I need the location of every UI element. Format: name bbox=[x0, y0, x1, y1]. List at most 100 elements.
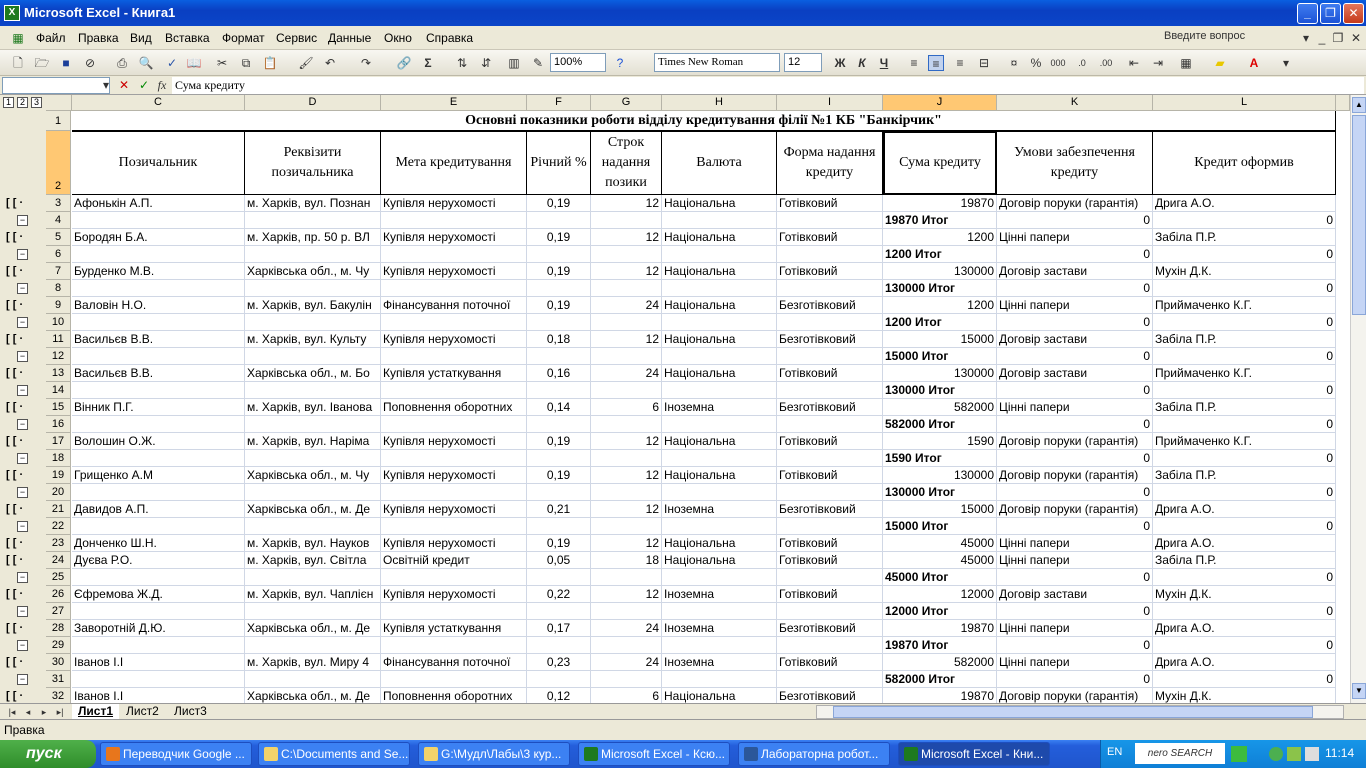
cell-c13[interactable]: Васильєв В.В. bbox=[72, 365, 245, 382]
cell-l20[interactable]: 0 bbox=[1153, 484, 1336, 501]
cell-f8[interactable] bbox=[527, 280, 591, 297]
cell-j15[interactable]: 582000 bbox=[883, 399, 997, 416]
cell-h21[interactable]: Іноземна bbox=[662, 501, 777, 518]
cell-l15[interactable]: Забіла П.Р. bbox=[1153, 399, 1336, 416]
cell-c18[interactable] bbox=[72, 450, 245, 467]
cell-f20[interactable] bbox=[527, 484, 591, 501]
sort-desc-icon[interactable]: ⇵ bbox=[478, 55, 494, 71]
row-header[interactable]: 4 bbox=[46, 212, 71, 229]
cell-g29[interactable] bbox=[591, 637, 662, 654]
undo-icon[interactable]: ↶ bbox=[322, 55, 338, 71]
cell-g17[interactable]: 12 bbox=[591, 433, 662, 450]
cell-i25[interactable] bbox=[777, 569, 883, 586]
open-icon[interactable]: 🗁 bbox=[34, 55, 50, 71]
cell-k9[interactable]: Цінні папери bbox=[997, 297, 1153, 314]
cell-i6[interactable] bbox=[777, 246, 883, 263]
cell-j20[interactable]: 130000 Итог bbox=[883, 484, 997, 501]
cell-k20[interactable]: 0 bbox=[997, 484, 1153, 501]
row-header[interactable]: 2 bbox=[46, 131, 71, 195]
column-header-e[interactable]: E bbox=[381, 95, 527, 111]
header-cell-l[interactable]: Кредит оформив bbox=[1153, 131, 1336, 195]
cell-j4[interactable]: 19870 Итог bbox=[883, 212, 997, 229]
cell-d6[interactable] bbox=[245, 246, 381, 263]
vertical-scrollbar[interactable]: ▲ ▼ bbox=[1350, 95, 1366, 703]
menu-file[interactable]: Файл bbox=[36, 31, 66, 45]
cell-i31[interactable] bbox=[777, 671, 883, 688]
cell-e23[interactable]: Купівля нерухомості bbox=[381, 535, 527, 552]
help-dropdown-icon[interactable]: ▾ bbox=[1298, 30, 1314, 46]
row-header[interactable]: 11 bbox=[46, 331, 71, 348]
menu-data[interactable]: Данные bbox=[328, 31, 371, 45]
column-header-l[interactable]: L bbox=[1153, 95, 1336, 111]
cell-h28[interactable]: Іноземна bbox=[662, 620, 777, 637]
cell-d20[interactable] bbox=[245, 484, 381, 501]
cell-e8[interactable] bbox=[381, 280, 527, 297]
collapse-group-button[interactable]: − bbox=[17, 317, 28, 328]
cell-l29[interactable]: 0 bbox=[1153, 637, 1336, 654]
cell-d3[interactable]: м. Харків, вул. Познан bbox=[245, 195, 381, 212]
underline-button[interactable]: Ч bbox=[876, 55, 892, 71]
cell-l17[interactable]: Приймаченко К.Г. bbox=[1153, 433, 1336, 450]
cell-l16[interactable]: 0 bbox=[1153, 416, 1336, 433]
cell-e3[interactable]: Купівля нерухомості bbox=[381, 195, 527, 212]
cell-h26[interactable]: Іноземна bbox=[662, 586, 777, 603]
cell-h24[interactable]: Національна bbox=[662, 552, 777, 569]
autosum-icon[interactable]: Σ bbox=[420, 55, 436, 71]
cell-e19[interactable]: Купівля нерухомості bbox=[381, 467, 527, 484]
align-left-icon[interactable]: ≡ bbox=[906, 55, 922, 71]
cell-f4[interactable] bbox=[527, 212, 591, 229]
cell-d4[interactable] bbox=[245, 212, 381, 229]
formula-input[interactable]: Сума кредиту bbox=[172, 77, 1364, 94]
cell-d10[interactable] bbox=[245, 314, 381, 331]
cell-l27[interactable]: 0 bbox=[1153, 603, 1336, 620]
cell-e30[interactable]: Фінансування поточної bbox=[381, 654, 527, 671]
row-header[interactable]: 17 bbox=[46, 433, 71, 450]
insert-function-icon[interactable]: fx bbox=[154, 77, 170, 93]
cell-k26[interactable]: Договір застави bbox=[997, 586, 1153, 603]
zoom-select[interactable]: 100% bbox=[550, 53, 606, 72]
cell-l6[interactable]: 0 bbox=[1153, 246, 1336, 263]
cell-e15[interactable]: Поповнення оборотних bbox=[381, 399, 527, 416]
cell-l14[interactable]: 0 bbox=[1153, 382, 1336, 399]
column-header-g[interactable]: G bbox=[591, 95, 662, 111]
cell-i30[interactable]: Готівковий bbox=[777, 654, 883, 671]
cell-c27[interactable] bbox=[72, 603, 245, 620]
cell-d18[interactable] bbox=[245, 450, 381, 467]
cell-e27[interactable] bbox=[381, 603, 527, 620]
cell-h32[interactable]: Національна bbox=[662, 688, 777, 703]
cell-j18[interactable]: 1590 Итог bbox=[883, 450, 997, 467]
cell-e18[interactable] bbox=[381, 450, 527, 467]
currency-icon[interactable]: ¤ bbox=[1006, 55, 1022, 71]
cell-f30[interactable]: 0,23 bbox=[527, 654, 591, 671]
language-indicator[interactable]: EN bbox=[1107, 746, 1122, 758]
cell-j5[interactable]: 1200 bbox=[883, 229, 997, 246]
help-icon[interactable]: ? bbox=[612, 55, 628, 71]
cell-c12[interactable] bbox=[72, 348, 245, 365]
cell-c21[interactable]: Давидов А.П. bbox=[72, 501, 245, 518]
research-icon[interactable]: 📖 bbox=[186, 55, 202, 71]
cell-d21[interactable]: Харківська обл., м. Де bbox=[245, 501, 381, 518]
header-cell-c[interactable]: Позичальник bbox=[72, 131, 245, 195]
collapse-group-button[interactable]: − bbox=[17, 572, 28, 583]
cell-g14[interactable] bbox=[591, 382, 662, 399]
cell-h5[interactable]: Національна bbox=[662, 229, 777, 246]
cell-k4[interactable]: 0 bbox=[997, 212, 1153, 229]
cell-l3[interactable]: Дрига А.О. bbox=[1153, 195, 1336, 212]
collapse-group-button[interactable]: − bbox=[17, 453, 28, 464]
cell-h9[interactable]: Національна bbox=[662, 297, 777, 314]
cell-i13[interactable]: Готівковий bbox=[777, 365, 883, 382]
row-header[interactable]: 14 bbox=[46, 382, 71, 399]
cell-c20[interactable] bbox=[72, 484, 245, 501]
cell-f5[interactable]: 0,19 bbox=[527, 229, 591, 246]
row-header[interactable]: 1 bbox=[46, 111, 71, 131]
row-header[interactable]: 31 bbox=[46, 671, 71, 688]
next-sheet-icon[interactable]: ▸ bbox=[36, 704, 52, 720]
enter-icon[interactable]: ✓ bbox=[136, 77, 152, 93]
cell-g31[interactable] bbox=[591, 671, 662, 688]
cell-i18[interactable] bbox=[777, 450, 883, 467]
cell-d22[interactable] bbox=[245, 518, 381, 535]
task-excel-book1[interactable]: Microsoft Excel - Кни... bbox=[898, 742, 1050, 766]
cell-j3[interactable]: 19870 bbox=[883, 195, 997, 212]
cell-k10[interactable]: 0 bbox=[997, 314, 1153, 331]
cell-k7[interactable]: Договір застави bbox=[997, 263, 1153, 280]
